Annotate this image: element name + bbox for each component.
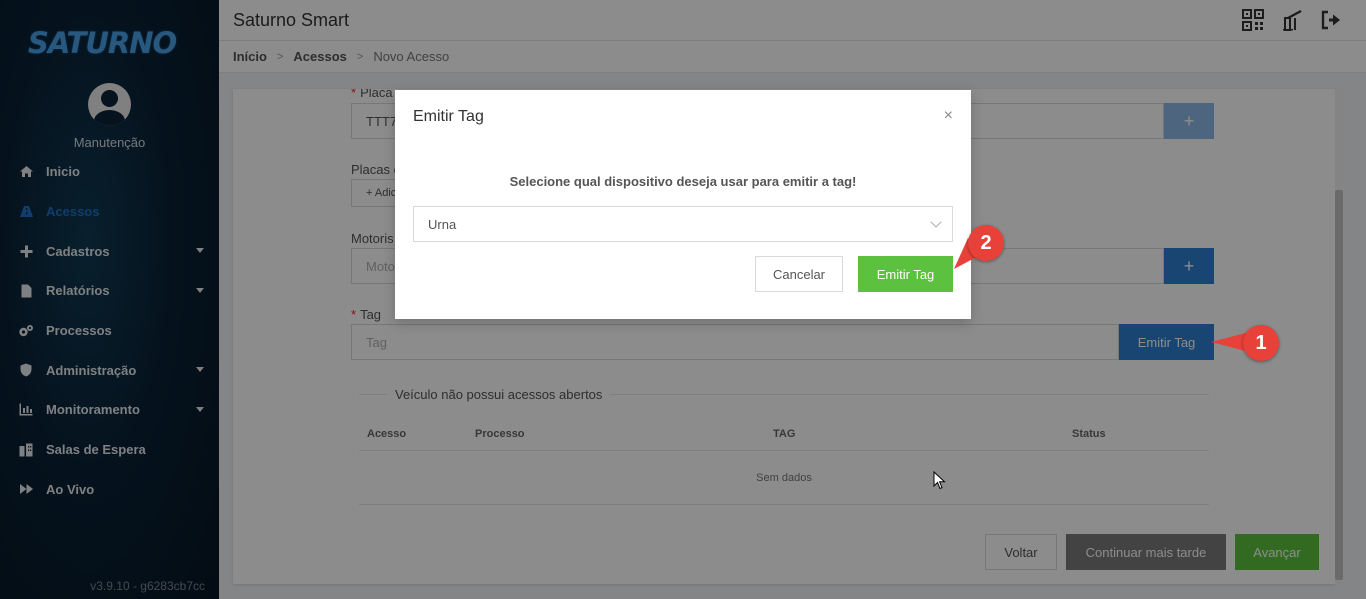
- step-marker-1: 1: [1243, 325, 1279, 361]
- modal-message: Selecione qual dispositivo deseja usar p…: [509, 174, 857, 189]
- cancel-button[interactable]: Cancelar: [755, 256, 843, 292]
- step-marker-2: 2: [968, 225, 1004, 261]
- mouse-cursor-icon: [933, 471, 946, 490]
- emit-tag-modal: Emitir Tag × Selecione qual dispositivo …: [395, 90, 971, 319]
- chevron-down-icon: [930, 216, 942, 228]
- device-select[interactable]: Urna: [413, 206, 953, 242]
- confirm-emit-tag-button[interactable]: Emitir Tag: [858, 256, 953, 292]
- device-select-value: Urna: [428, 216, 457, 232]
- close-icon[interactable]: ×: [944, 107, 953, 125]
- modal-title: Emitir Tag: [413, 108, 484, 125]
